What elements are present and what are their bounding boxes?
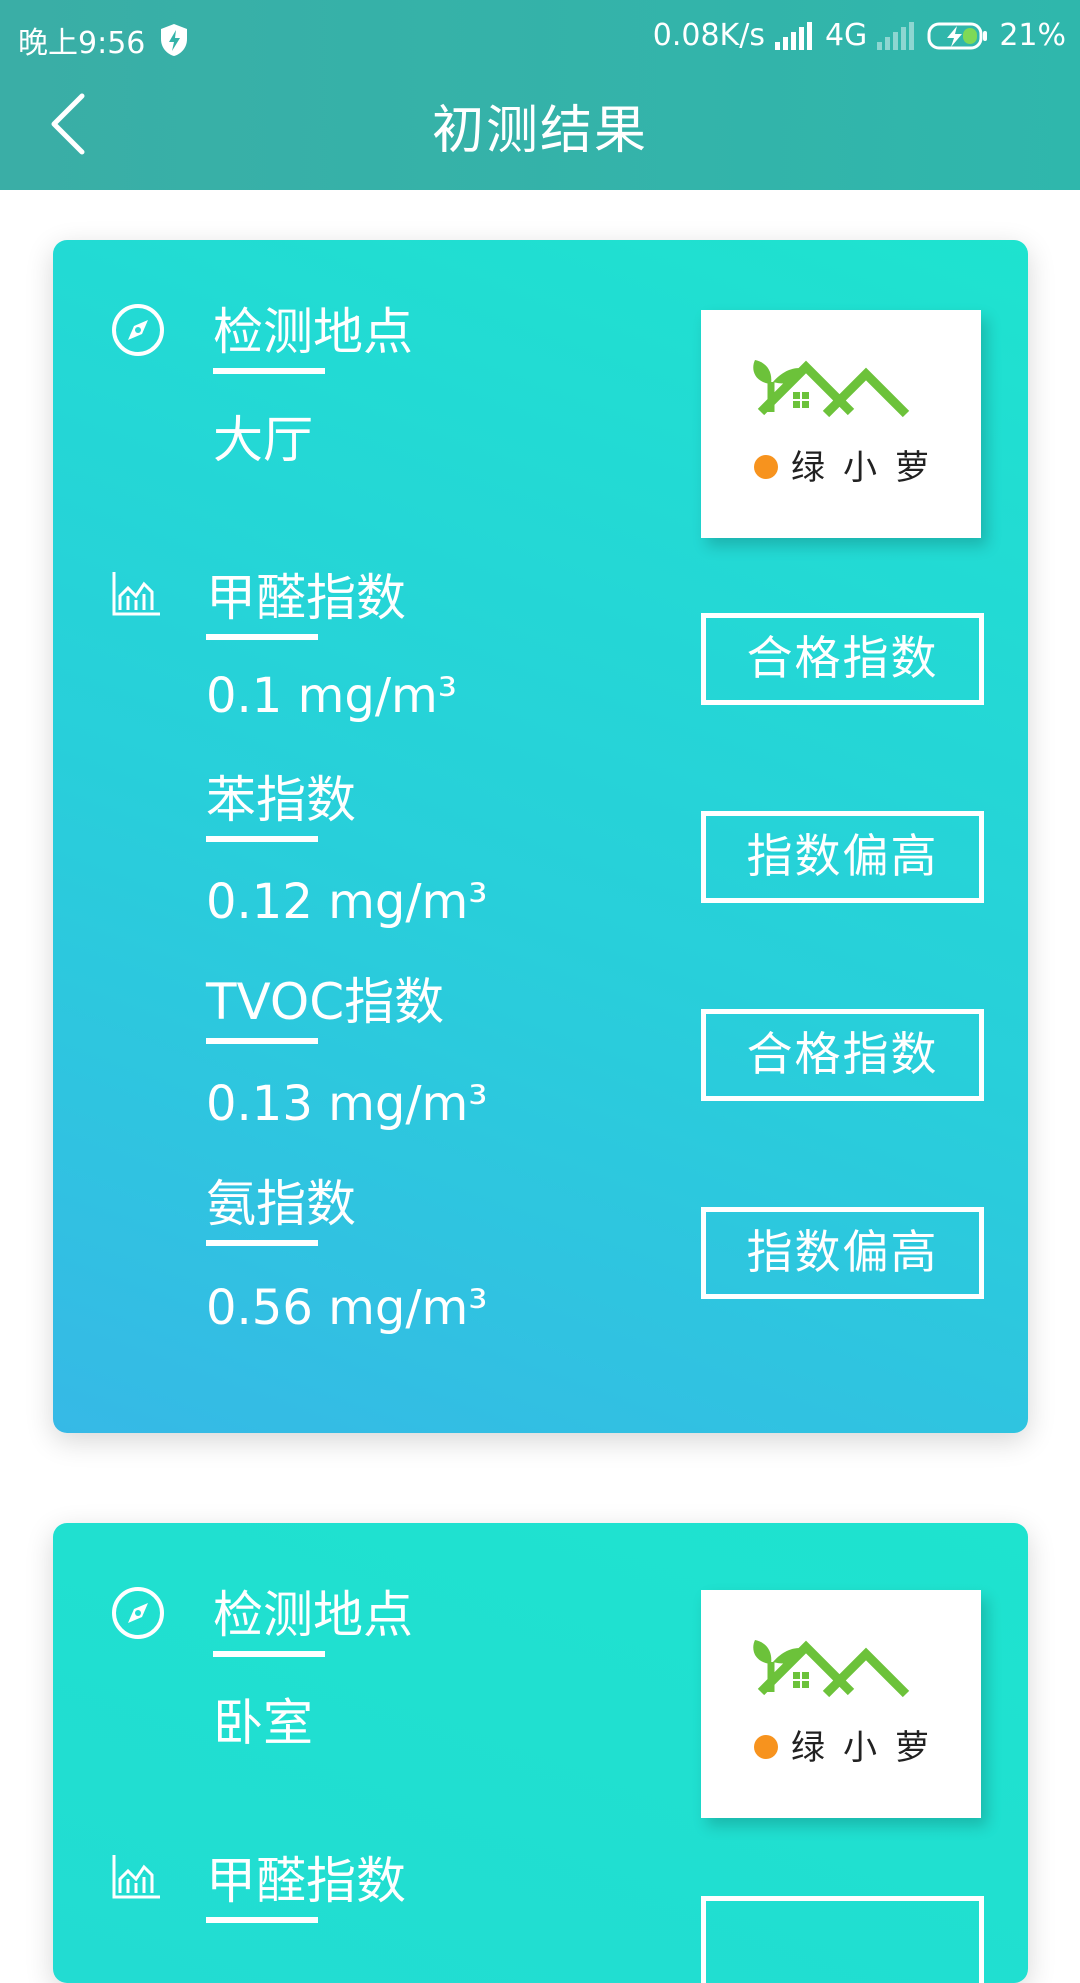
- house-sprout-logo-icon: 绿小萝: [753, 360, 941, 488]
- label-underline: [213, 1651, 325, 1657]
- status-bar: 晚上9:56 0.08K/s 4G 21%: [0, 0, 1080, 75]
- metric-label: 甲醛指数: [206, 1852, 406, 1910]
- label-underline: [206, 634, 318, 640]
- network-speed: 0.08K/s: [652, 18, 765, 53]
- status-badge: [701, 1896, 984, 1983]
- label-underline: [206, 1038, 318, 1044]
- signal-icon: [774, 21, 815, 50]
- battery-charging-icon: [927, 22, 988, 49]
- metric-value: 0.12 mg/m³: [206, 874, 488, 930]
- brand-logo: 绿小萝: [701, 1590, 981, 1818]
- metric-label: 苯指数: [206, 771, 356, 829]
- status-badge-qualified: 合格指数: [701, 1009, 984, 1101]
- app-header: 晚上9:56 0.08K/s 4G 21% 初测结果: [0, 0, 1080, 190]
- label-underline: [206, 1240, 318, 1246]
- metric-value: 0.13 mg/m³: [206, 1076, 488, 1132]
- network-type: 4G: [824, 18, 868, 53]
- chart-icon: [112, 1855, 160, 1899]
- metric-value: 0.1 mg/m³: [206, 668, 457, 724]
- page-title: 初测结果: [431, 101, 648, 161]
- chart-icon: [112, 572, 160, 616]
- label-underline: [213, 368, 325, 374]
- metric-value: 0.56 mg/m³: [206, 1280, 488, 1336]
- status-time: 晚上9:56: [18, 26, 146, 61]
- label-underline: [206, 836, 318, 842]
- metric-label: 氨指数: [206, 1175, 356, 1233]
- status-badge-high: 指数偏高: [701, 811, 984, 903]
- battery-percent: 21%: [999, 18, 1066, 53]
- brand-logo: 绿小萝: [701, 310, 981, 538]
- metric-label: TVOC指数: [206, 973, 445, 1031]
- signal-secondary-icon: [877, 21, 917, 50]
- location-value: 卧室: [213, 1694, 313, 1752]
- label-underline: [206, 1917, 318, 1923]
- result-card-hall: 检测地点 大厅 绿小萝 甲醛指数 0.1 mg/m³ 合格指数 苯指数 0.12…: [53, 240, 1028, 1433]
- status-badge-qualified: 合格指数: [701, 613, 984, 705]
- logo-text: 绿小萝: [791, 1728, 941, 1768]
- location-label: 检测地点: [213, 303, 413, 361]
- status-badge-high: 指数偏高: [701, 1207, 984, 1299]
- compass-icon: [112, 304, 164, 356]
- shield-bolt-icon: [161, 24, 188, 56]
- logo-text: 绿小萝: [791, 448, 941, 488]
- location-label: 检测地点: [213, 1586, 413, 1644]
- location-value: 大厅: [213, 411, 313, 469]
- result-card-bedroom: 检测地点 卧室 绿小萝 甲醛指数: [53, 1523, 1028, 1983]
- compass-icon: [112, 1587, 164, 1639]
- metric-label: 甲醛指数: [206, 569, 406, 627]
- house-sprout-logo-icon: 绿小萝: [753, 1640, 941, 1768]
